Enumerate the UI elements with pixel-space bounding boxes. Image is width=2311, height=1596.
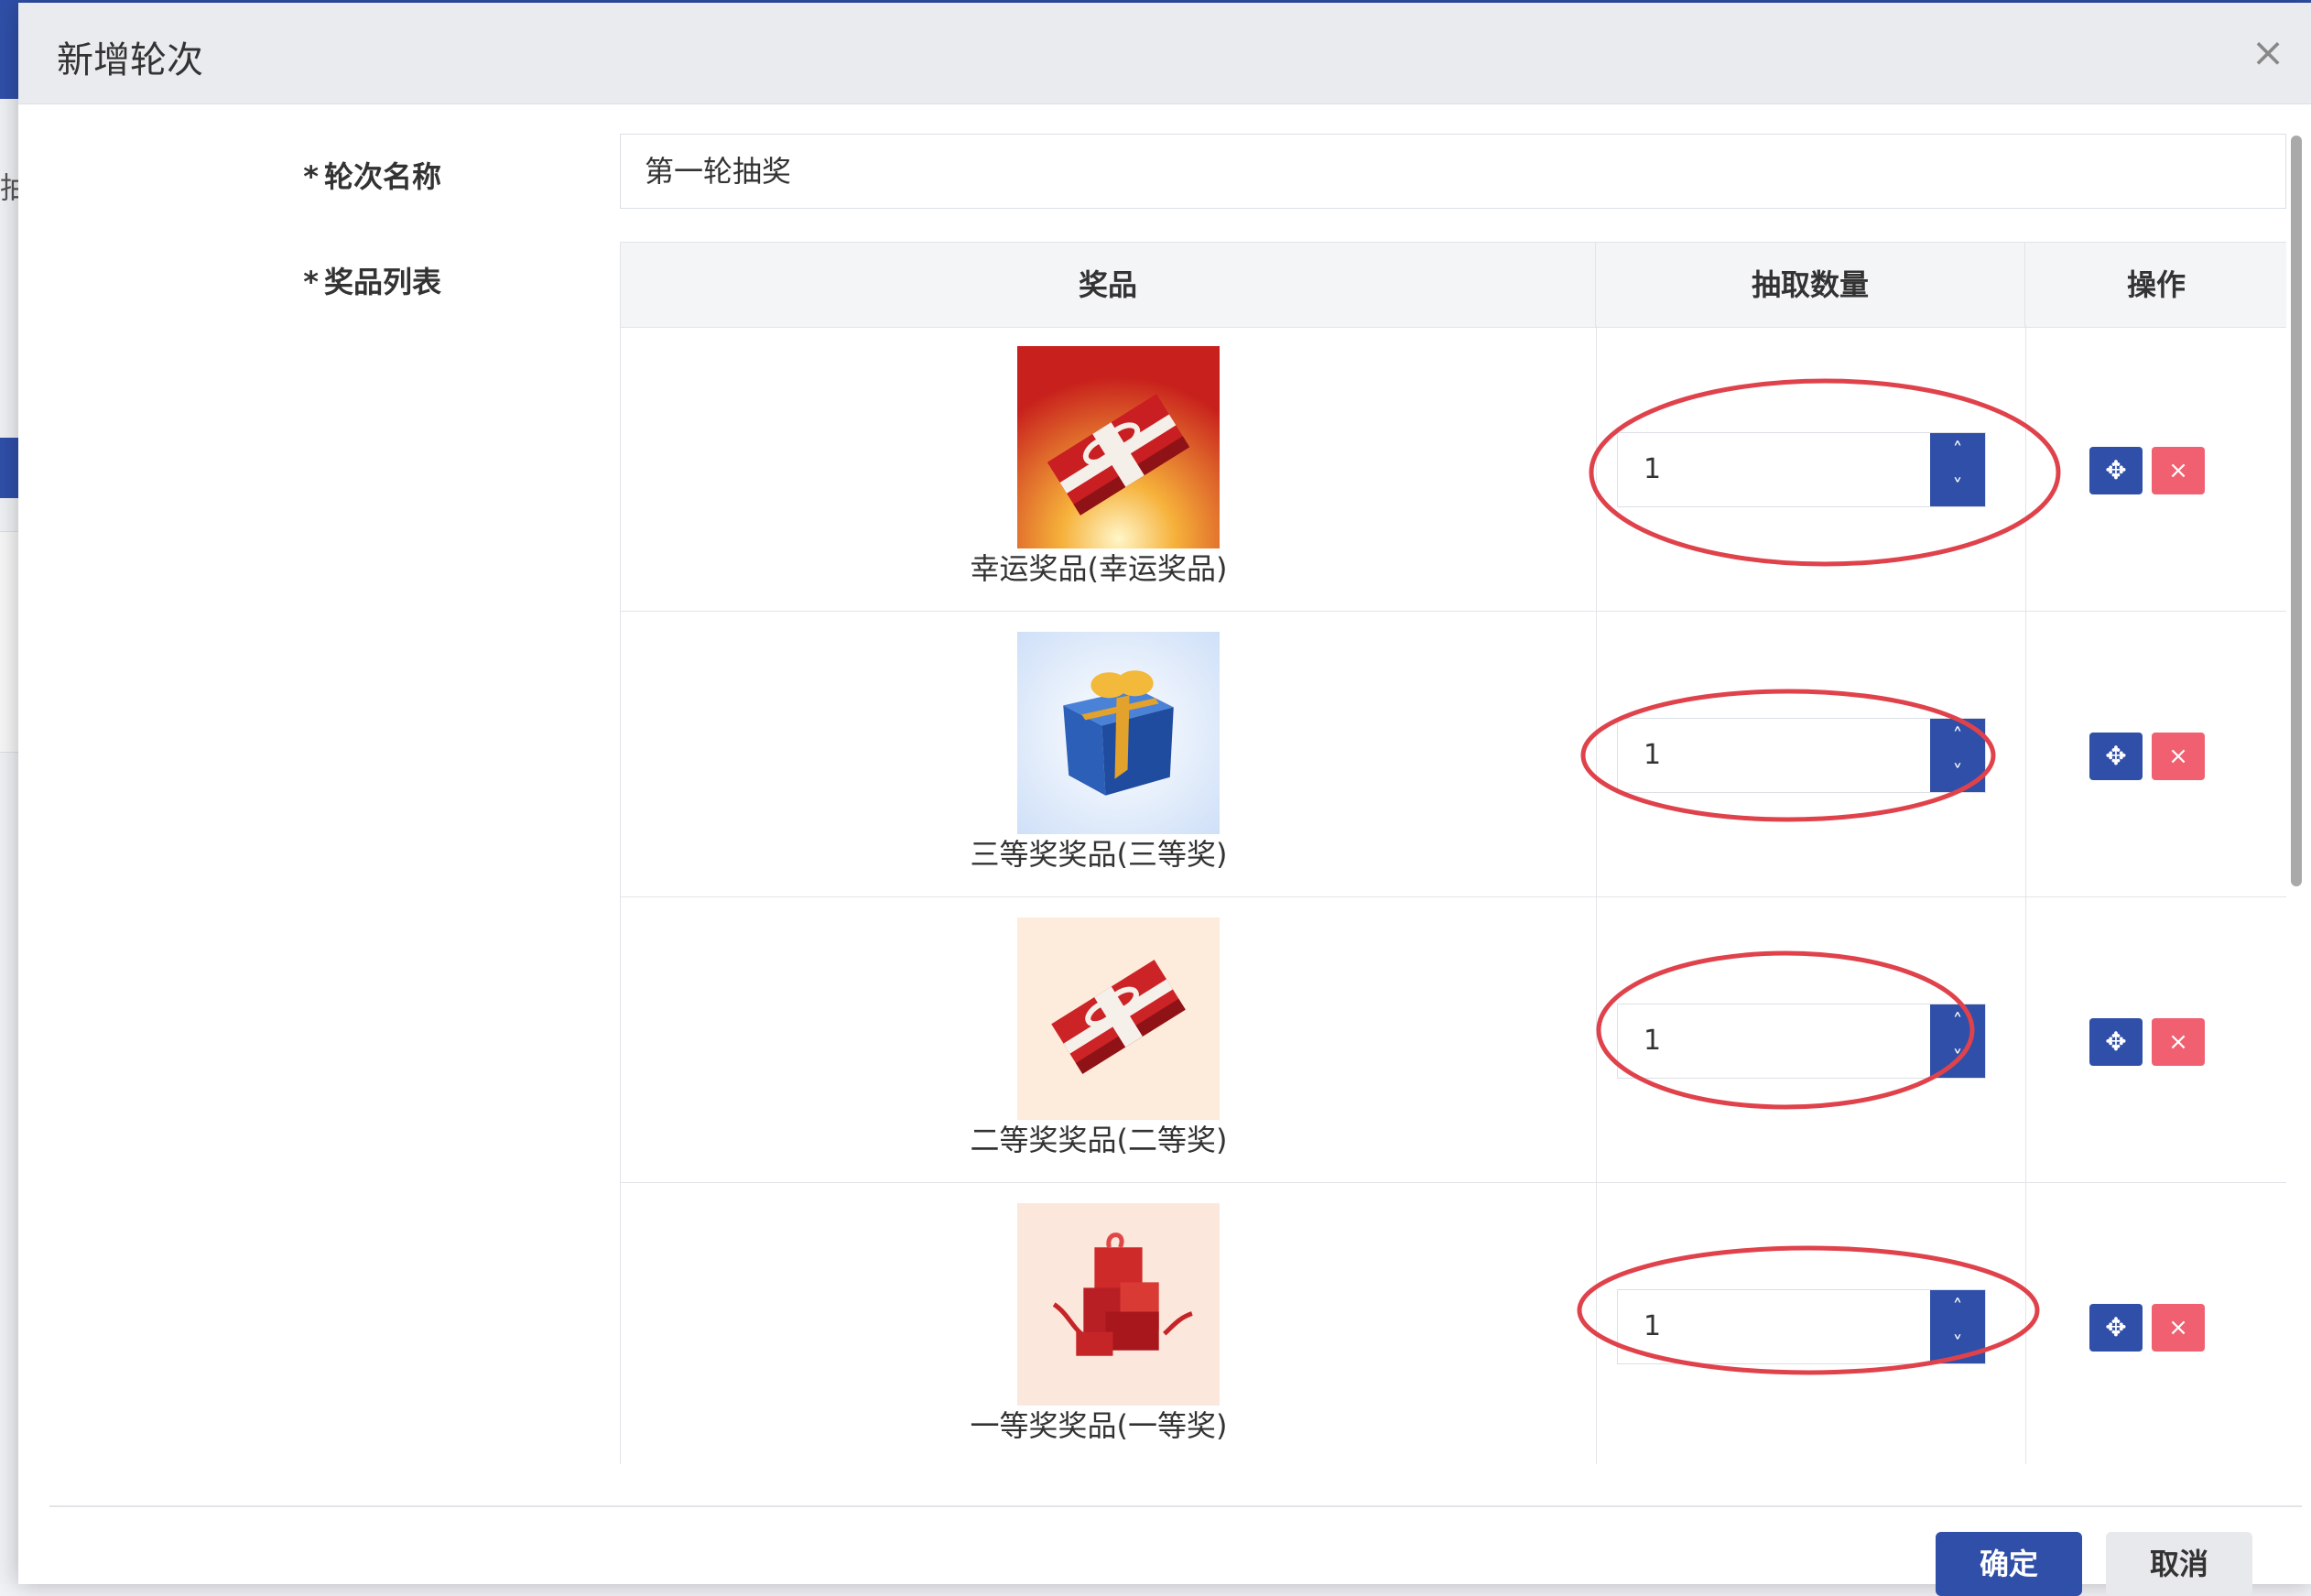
column-header-quantity: 抽取数量 bbox=[1596, 243, 2025, 327]
delete-row-button[interactable]: × bbox=[2152, 1304, 2205, 1352]
prize-name: 一等奖奖品(一等奖) bbox=[970, 1408, 1228, 1443]
delete-row-button[interactable]: × bbox=[2152, 1018, 2205, 1066]
quantity-value[interactable]: 1 bbox=[1644, 1004, 1661, 1078]
table-row: 二等奖奖品(二等奖) 1 ˄ ˅ ✥ × bbox=[621, 897, 2286, 1183]
chevron-up-icon[interactable]: ˄ bbox=[1930, 719, 1985, 755]
quantity-value[interactable]: 1 bbox=[1644, 1290, 1661, 1363]
required-mark: * bbox=[303, 159, 319, 194]
round-name-label: * 轮次名称 bbox=[303, 159, 441, 194]
quantity-value[interactable]: 1 bbox=[1644, 433, 1661, 506]
round-name-input[interactable]: 第一轮抽奖 bbox=[620, 134, 2286, 209]
close-icon[interactable]: × bbox=[2245, 30, 2291, 76]
prize-name: 幸运奖品(幸运奖品) bbox=[970, 551, 1228, 586]
dialog-scrollbar[interactable] bbox=[2291, 136, 2302, 886]
move-row-button[interactable]: ✥ bbox=[2089, 447, 2143, 494]
quantity-stepper[interactable]: 1 ˄ ˅ bbox=[1617, 1289, 1986, 1364]
chevron-down-icon[interactable]: ˅ bbox=[1930, 1327, 1985, 1363]
quantity-stepper[interactable]: 1 ˄ ˅ bbox=[1617, 1004, 1986, 1079]
required-mark: * bbox=[303, 265, 319, 299]
footer-divider bbox=[49, 1505, 2302, 1507]
prize-image-red-gift bbox=[1017, 346, 1220, 548]
quantity-value[interactable]: 1 bbox=[1644, 719, 1661, 792]
column-header-actions: 操作 bbox=[2126, 267, 2186, 302]
table-row: 三等奖奖品(三等奖) 1 ˄ ˅ ✥ × bbox=[621, 612, 2286, 897]
move-row-button[interactable]: ✥ bbox=[2089, 1304, 2143, 1352]
prize-name: 三等奖奖品(三等奖) bbox=[970, 837, 1228, 872]
delete-row-button[interactable]: × bbox=[2152, 447, 2205, 494]
prize-list-label: * 奖品列表 bbox=[303, 265, 441, 299]
dialog-title: 新增轮次 bbox=[57, 39, 203, 81]
confirm-button[interactable]: 确定 bbox=[1936, 1532, 2082, 1596]
quantity-stepper[interactable]: 1 ˄ ˅ bbox=[1617, 718, 1986, 793]
chevron-down-icon[interactable]: ˅ bbox=[1930, 470, 1985, 506]
background-side-panel bbox=[0, 531, 18, 753]
prize-image-red-gift-cream bbox=[1017, 917, 1220, 1120]
background-side-button bbox=[0, 438, 18, 498]
move-row-button[interactable]: ✥ bbox=[2089, 733, 2143, 780]
delete-row-button[interactable]: × bbox=[2152, 733, 2205, 780]
prize-image-blue-gift bbox=[1017, 632, 1220, 834]
chevron-down-icon[interactable]: ˅ bbox=[1930, 755, 1985, 792]
column-header-prize: 奖品 bbox=[621, 243, 1596, 327]
cancel-button[interactable]: 取消 bbox=[2106, 1532, 2252, 1596]
table-row: 一等奖奖品(一等奖) 1 ˄ ˅ ✥ × bbox=[621, 1183, 2286, 1464]
dialog-header: 新增轮次 × bbox=[18, 3, 2311, 104]
quantity-stepper[interactable]: 1 ˄ ˅ bbox=[1617, 432, 1986, 507]
move-row-button[interactable]: ✥ bbox=[2089, 1018, 2143, 1066]
chevron-up-icon[interactable]: ˄ bbox=[1930, 1004, 1985, 1041]
chevron-up-icon[interactable]: ˄ bbox=[1930, 1290, 1985, 1327]
prize-table: 奖品 抽取数量 操作 幸运奖品(幸运奖品) 1 ˄ ˅ ✥ × 三等奖奖品(三等… bbox=[620, 242, 2286, 1464]
prize-image-gift-stack bbox=[1017, 1203, 1220, 1406]
chevron-up-icon[interactable]: ˄ bbox=[1930, 433, 1985, 470]
table-header: 奖品 抽取数量 操作 bbox=[621, 242, 2286, 328]
chevron-down-icon[interactable]: ˅ bbox=[1930, 1041, 1985, 1078]
table-row: 幸运奖品(幸运奖品) 1 ˄ ˅ ✥ × bbox=[621, 326, 2286, 612]
add-round-dialog: 新增轮次 × * 轮次名称 第一轮抽奖 * 奖品列表 奖品 抽取数量 操作 幸运… bbox=[18, 3, 2311, 1596]
prize-name: 二等奖奖品(二等奖) bbox=[970, 1123, 1228, 1157]
